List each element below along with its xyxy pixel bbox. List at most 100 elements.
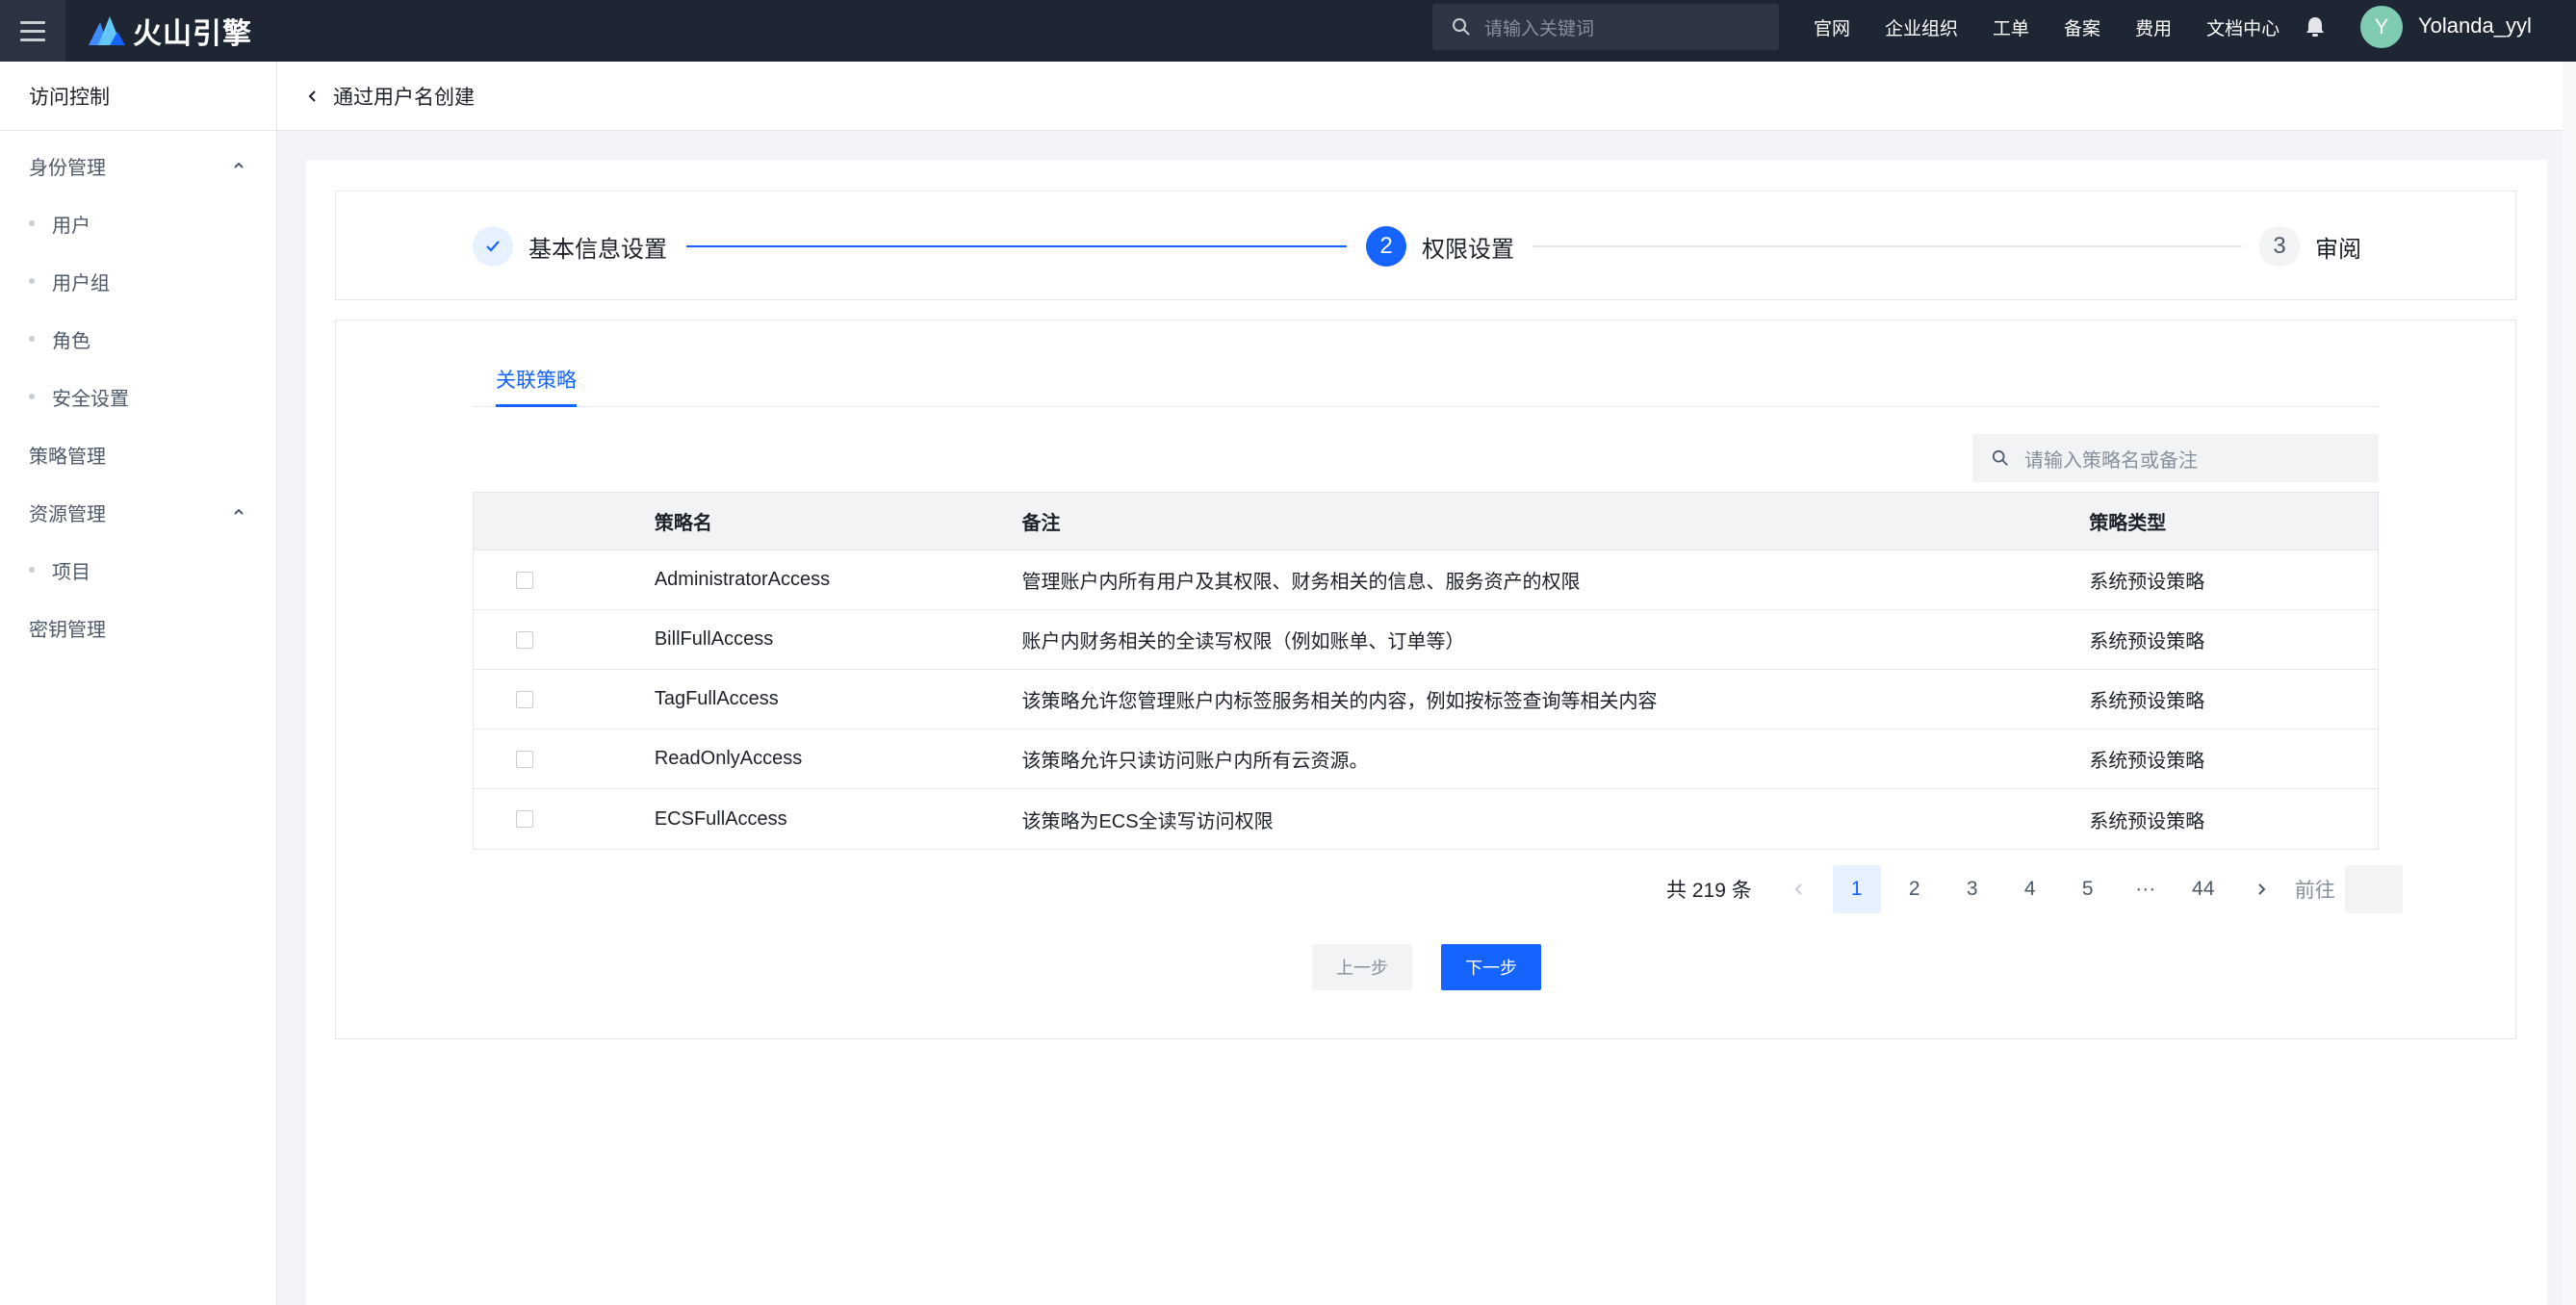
global-search-input[interactable]: 请输入关键词 [1432,4,1779,50]
policy-note: 账户内财务相关的全读写权限（例如账单、订单等） [1021,631,1465,652]
policy-table: 策略名 备注 策略类型 AdministratorAccess 管理账户内所有用… [473,492,2379,850]
page-2[interactable]: 2 [1891,865,1939,913]
table-row[interactable]: AdministratorAccess 管理账户内所有用户及其权限、财务相关的信… [474,550,2378,610]
table-row[interactable]: ECSFullAccess 该策略为ECS全读写访问权限 系统预设策略 [474,789,2378,849]
tab-bar: 关联策略 [473,365,2379,407]
sidebar-group-label: 策略管理 [29,446,106,468]
step-permissions: 2 权限设置 [1366,226,1514,267]
sidebar-group-policies[interactable]: 策略管理 [0,425,276,483]
bell-icon[interactable] [2305,15,2326,38]
sidebar-item-user-groups[interactable]: 用户组 [0,252,276,310]
nav-ticket[interactable]: 工单 [1993,14,2029,40]
tab-attached-policies[interactable]: 关联策略 [496,365,577,407]
page-title: 通过用户名创建 [333,86,475,109]
step-number: 3 [2259,226,2300,267]
table-row[interactable]: ReadOnlyAccess 该策略允许只读访问账户内所有云资源。 系统预设策略 [474,729,2378,789]
row-checkbox[interactable] [516,571,533,589]
sidebar-item-roles[interactable]: 角色 [0,310,276,368]
page-1[interactable]: 1 [1832,865,1881,913]
top-nav: 官网 企业组织 工单 备案 费用 文档中心 [1814,0,2280,54]
avatar[interactable]: Y [2360,6,2403,48]
page-header: 通过用户名创建 [277,62,2576,131]
sidebar-item-users[interactable]: 用户 [0,194,276,252]
nav-filing[interactable]: 备案 [2064,14,2100,40]
sidebar-group-label: 身份管理 [29,157,106,179]
policy-name: ReadOnlyAccess [654,748,803,769]
sidebar-group-identity[interactable]: 身份管理 [0,137,276,194]
row-checkbox[interactable] [516,630,533,649]
page-ellipsis[interactable]: ··· [2122,865,2170,913]
step-line-done [686,245,1347,247]
sidebar-group-keys[interactable]: 密钥管理 [0,599,276,656]
nav-official-site[interactable]: 官网 [1814,14,1850,40]
table-row[interactable]: TagFullAccess 该策略允许您管理账户内标签服务相关的内容，例如按标签… [474,670,2378,729]
step-number: 2 [1366,226,1406,267]
sidebar-group-label: 密钥管理 [29,619,106,641]
sidebar-item-label: 安全设置 [52,388,129,410]
row-checkbox[interactable] [516,810,533,828]
step-label: 审阅 [2315,236,2361,263]
sidebar-item-label: 用户组 [52,272,110,294]
goto-page-input[interactable] [2344,865,2403,913]
sidebar-group-resources[interactable]: 资源管理 [0,483,276,541]
prev-step-button[interactable]: 上一步 [1312,944,1412,990]
step-label: 基本信息设置 [528,236,667,263]
policy-name: ECSFullAccess [654,807,787,830]
step-review: 3 审阅 [2259,226,2361,267]
next-step-button[interactable]: 下一步 [1441,944,1541,990]
row-checkbox[interactable] [516,690,533,708]
table-row[interactable]: BillFullAccess 账户内财务相关的全读写权限（例如账单、订单等） 系… [474,610,2378,670]
policy-type: 系统预设策略 [2089,631,2205,652]
scrollbar[interactable] [2563,62,2576,1305]
menu-icon[interactable] [0,0,65,62]
main-card: 基本信息设置 2 权限设置 3 审阅 关联策略 请输入策略名或备注 策略名 备注… [306,160,2547,1305]
brand-name: 火山引擎 [133,18,252,50]
page-44[interactable]: 44 [2179,865,2228,913]
policy-type: 系统预设策略 [2089,572,2205,593]
page-5[interactable]: 5 [2064,865,2112,913]
policy-name: TagFullAccess [654,688,779,709]
nav-billing[interactable]: 费用 [2135,14,2172,40]
step-line-pending [1533,245,2242,247]
chevron-left-icon [1794,883,1802,895]
col-policy-type: 策略类型 [2089,513,2167,534]
search-icon [1453,18,1470,36]
step-label: 权限设置 [1422,236,1514,263]
prev-page-button[interactable] [1775,865,1823,913]
username[interactable]: Yolanda_yyl [2418,13,2532,38]
col-policy-name: 策略名 [654,513,712,534]
policy-search-input[interactable]: 请输入策略名或备注 [1972,434,2379,482]
policy-type: 系统预设策略 [2089,691,2205,712]
chevron-up-icon [234,162,244,168]
policy-type: 系统预设策略 [2089,751,2205,772]
top-bar: 火山引擎 请输入关键词 官网 企业组织 工单 备案 费用 文档中心 Y Yola… [0,0,2576,62]
policy-name: BillFullAccess [654,628,774,650]
page-3[interactable]: 3 [1948,865,1996,913]
back-arrow-icon[interactable] [306,90,320,103]
step-done-circle [473,226,513,267]
global-search-placeholder: 请输入关键词 [1484,18,1595,39]
sidebar: 访问控制 身份管理 用户 用户组 角色 安全设置 策略管理 资源管理 项目 密钥… [0,62,277,1305]
brand-logo[interactable]: 火山引擎 [87,10,252,52]
sidebar-item-label: 用户 [52,215,90,237]
sidebar-item-security[interactable]: 安全设置 [0,368,276,425]
policy-note: 该策略允许只读访问账户内所有云资源。 [1021,751,1369,772]
sidebar-item-projects[interactable]: 项目 [0,541,276,599]
sidebar-item-label: 角色 [52,330,90,352]
nav-docs[interactable]: 文档中心 [2206,14,2280,40]
volcano-logo-icon [89,16,125,45]
next-page-button[interactable] [2237,865,2285,913]
policy-note: 该策略允许您管理账户内标签服务相关的内容，例如按标签查询等相关内容 [1021,691,1658,712]
table-header: 策略名 备注 策略类型 [474,493,2378,550]
policy-type: 系统预设策略 [2089,810,2205,832]
policy-note: 该策略为ECS全读写访问权限 [1021,810,1274,832]
nav-organization[interactable]: 企业组织 [1885,14,1958,40]
chevron-up-icon [234,508,244,515]
page-4[interactable]: 4 [2006,865,2054,913]
row-checkbox[interactable] [516,750,533,768]
step-buttons: 上一步 下一步 [336,944,2517,990]
check-icon [486,241,500,252]
policy-name: AdministratorAccess [654,569,831,590]
sidebar-title: 访问控制 [0,62,276,131]
pagination-total: 共 219 条 [1666,880,1752,902]
